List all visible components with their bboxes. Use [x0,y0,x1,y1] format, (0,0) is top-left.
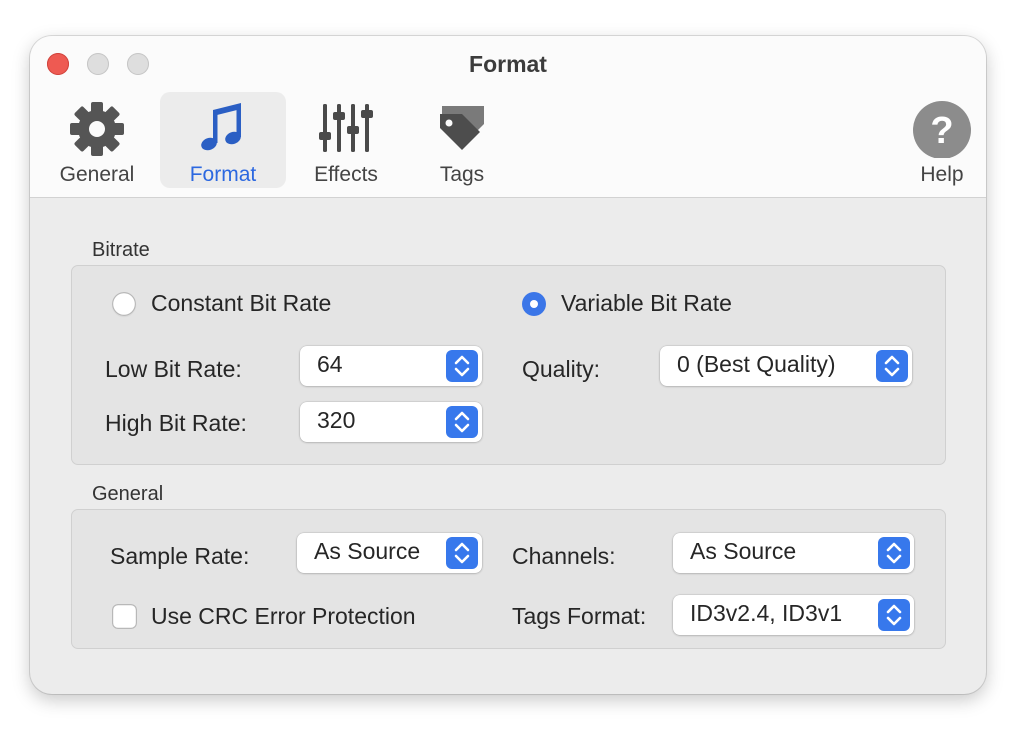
help-label: Help [920,163,964,186]
tags-format-popup[interactable]: ID3v2.4, ID3v1 [673,595,914,635]
constant-bit-rate-radio[interactable] [112,292,136,316]
help-icon: ? [913,101,971,158]
tab-general-label: General [59,163,135,186]
general-section-label: General [92,483,164,505]
channels-label: Channels: [512,543,616,569]
crc-error-protection-label: Use CRC Error Protection [151,603,416,629]
low-bit-rate-label: Low Bit Rate: [105,356,242,382]
help-button[interactable]: ? Help [902,92,982,188]
variable-bit-rate-label: Variable Bit Rate [561,290,732,316]
chevron-updown-icon [876,350,908,382]
chevron-updown-icon [446,406,478,438]
tab-format[interactable]: Format [160,92,286,188]
chevron-updown-icon [878,599,910,631]
svg-text:?: ? [930,110,953,152]
channels-value: As Source [690,538,797,564]
tags-format-value: ID3v2.4, ID3v1 [690,600,843,626]
variable-bit-rate-radio[interactable] [522,292,546,316]
tab-tags[interactable]: Tags [422,92,502,188]
music-note-icon [201,103,241,151]
sample-rate-popup[interactable]: As Source [297,533,482,573]
quality-value: 0 (Best Quality) [677,351,836,377]
sample-rate-value: As Source [314,538,421,564]
tab-effects[interactable]: Effects [298,92,394,188]
high-bit-rate-popup[interactable]: 320 [300,402,482,442]
quality-label: Quality: [522,356,600,382]
high-bit-rate-value: 320 [317,407,356,433]
crc-error-protection-checkbox[interactable] [112,604,137,629]
tab-general[interactable]: General [46,92,148,188]
channels-popup[interactable]: As Source [673,533,914,573]
chevron-updown-icon [878,537,910,569]
sliders-icon [319,104,373,152]
tab-effects-label: Effects [314,163,378,186]
high-bit-rate-label: High Bit Rate: [105,410,247,436]
tags-format-label: Tags Format: [512,603,647,629]
chevron-updown-icon [446,350,478,382]
gear-icon [70,102,124,156]
bitrate-section-label: Bitrate [92,239,150,261]
quality-popup[interactable]: 0 (Best Quality) [660,346,912,386]
low-bit-rate-popup[interactable]: 64 [300,346,482,386]
format-preferences-window: Format General Format Effects Tags ? Hel… [30,36,986,694]
constant-bit-rate-label: Constant Bit Rate [151,290,332,316]
tab-tags-label: Tags [439,163,485,186]
chevron-updown-icon [446,537,478,569]
tag-icon [440,106,484,150]
toolbar: Format General Format Effects Tags ? Hel… [30,36,986,198]
window-title: Format [469,51,547,77]
tab-format-label: Format [189,163,257,186]
sample-rate-label: Sample Rate: [110,543,250,569]
low-bit-rate-value: 64 [317,351,343,377]
